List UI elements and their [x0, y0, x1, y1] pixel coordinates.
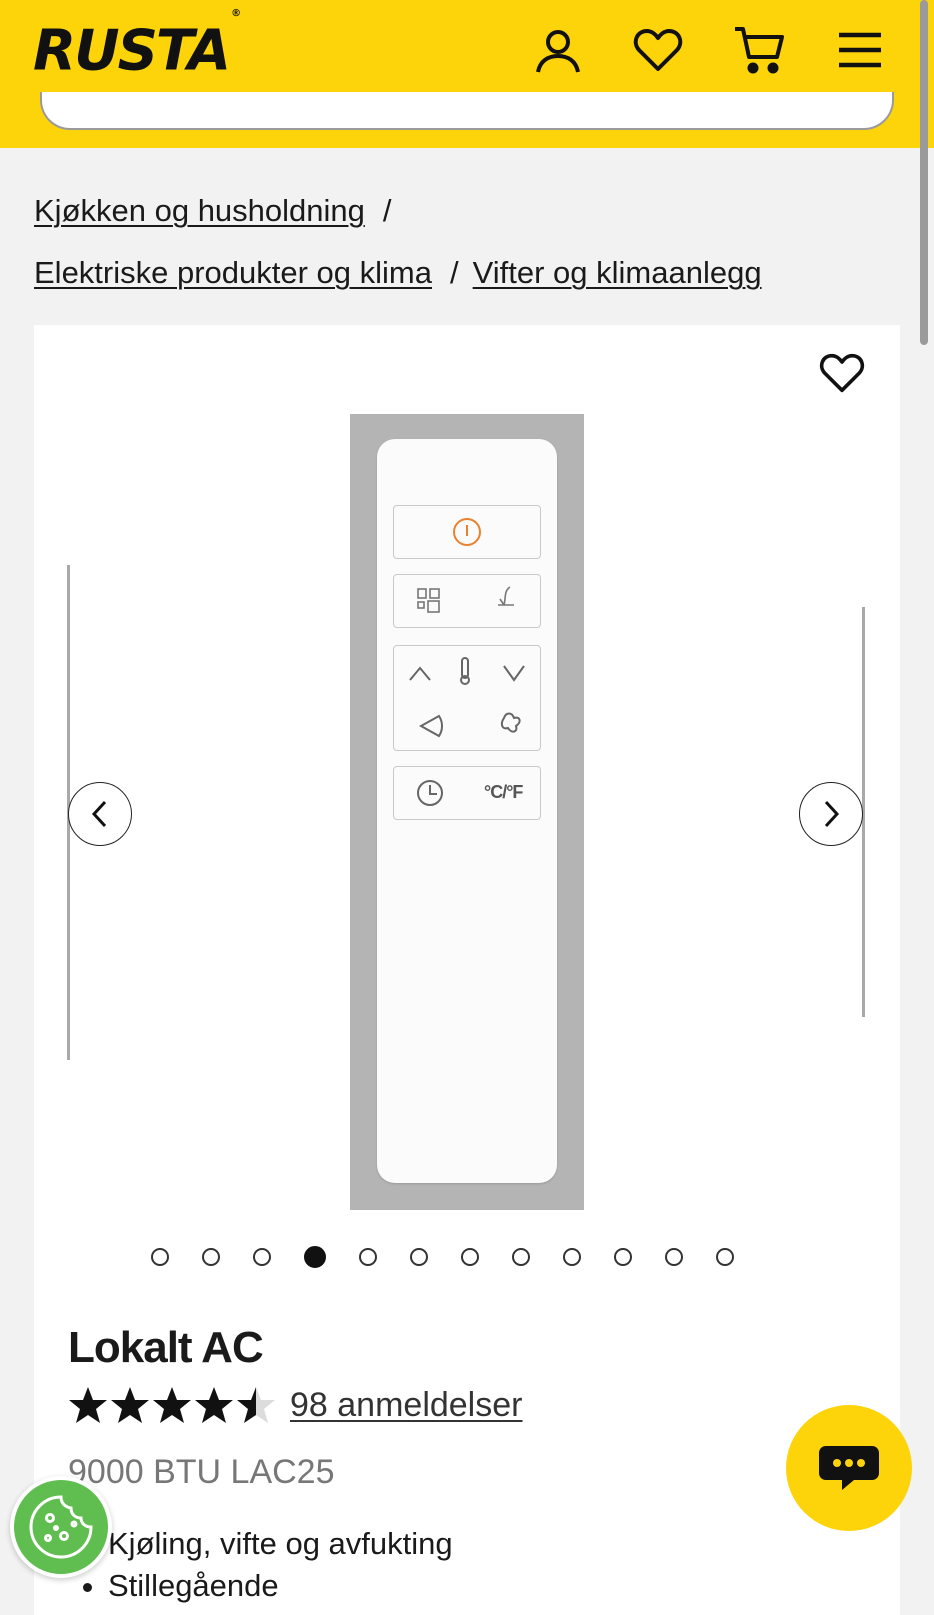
gallery-pagination — [151, 1246, 734, 1270]
feature-list: Kjøling, vifte og avfukting Stillegående — [68, 1523, 453, 1607]
previous-image-button[interactable] — [68, 782, 132, 846]
gallery-dot[interactable] — [563, 1248, 581, 1266]
chat-icon — [819, 1446, 879, 1490]
remote-control-image: °C/°F — [377, 439, 557, 1183]
gallery-dot[interactable] — [359, 1248, 377, 1266]
temp-fan-icons — [409, 657, 525, 738]
temp-unit-label: °C/°F — [484, 782, 523, 802]
feature-item: Kjøling, vifte og avfukting — [108, 1523, 453, 1565]
heart-icon — [819, 353, 865, 393]
star-icon — [69, 1387, 107, 1423]
gallery-dot[interactable] — [151, 1248, 169, 1266]
breadcrumb: Kjøkken og husholdning / Elektriske produ… — [34, 180, 904, 304]
cart-icon[interactable] — [733, 24, 785, 76]
remote-timer-unit-buttons: °C/°F — [393, 766, 541, 820]
feature-item: Stillegående — [108, 1565, 453, 1607]
chevron-left-icon — [91, 800, 107, 828]
cookie-settings-button[interactable] — [10, 1476, 112, 1578]
breadcrumb-link-fans-ac[interactable]: Vifter og klimaanlegg — [473, 255, 762, 290]
star-half-icon — [237, 1387, 275, 1423]
menu-icon[interactable] — [834, 24, 886, 76]
cookie-icon — [29, 1495, 93, 1559]
star-icon — [111, 1387, 149, 1423]
remote-temp-fan-buttons — [393, 645, 541, 751]
product-variant: 9000 BTU LAC25 — [68, 1453, 335, 1491]
account-icon[interactable] — [532, 24, 584, 76]
rusta-logo[interactable]: RUSTA® — [33, 8, 241, 84]
gallery-dot[interactable] — [716, 1248, 734, 1266]
star-icon — [195, 1387, 233, 1423]
wishlist-heart-icon[interactable] — [632, 24, 684, 76]
next-image-button[interactable] — [799, 782, 863, 846]
reviews-link[interactable]: 98 anmeldelser — [290, 1386, 522, 1425]
search-input[interactable] — [40, 92, 894, 130]
gallery-dot-active[interactable] — [304, 1246, 326, 1268]
product-image: °C/°F — [350, 414, 584, 1210]
mode-icons — [417, 586, 514, 613]
product-title: Lokalt AC — [68, 1323, 264, 1372]
registered-mark: ® — [231, 8, 241, 19]
product-rating: 98 anmeldelser — [68, 1385, 522, 1425]
gallery-dot[interactable] — [614, 1248, 632, 1266]
gallery-dot[interactable] — [512, 1248, 530, 1266]
logo-text: RUSTA — [33, 18, 231, 84]
remote-mode-buttons — [393, 574, 541, 628]
star-rating — [68, 1385, 276, 1425]
breadcrumb-separator: / — [382, 193, 392, 228]
site-header: RUSTA® — [0, 0, 934, 148]
chevron-right-icon — [824, 800, 840, 828]
add-to-favorites-button[interactable] — [814, 345, 870, 401]
chat-button[interactable] — [786, 1405, 912, 1531]
gallery-dot[interactable] — [253, 1248, 271, 1266]
power-icon — [453, 518, 481, 546]
star-icon — [153, 1387, 191, 1423]
gallery-dot[interactable] — [410, 1248, 428, 1266]
gallery-dot[interactable] — [461, 1248, 479, 1266]
remote-power-button — [393, 505, 541, 559]
breadcrumb-link-kitchen[interactable]: Kjøkken og husholdning — [34, 193, 365, 228]
breadcrumb-link-electrical[interactable]: Elektriske produkter og klima — [34, 255, 432, 290]
gallery-dot[interactable] — [665, 1248, 683, 1266]
product-card: °C/°F Lokalt AC 98 anmeldelser 9000 BTU … — [34, 325, 900, 1615]
breadcrumb-separator: / — [450, 255, 459, 290]
clock-icon — [417, 780, 443, 806]
page-scrollbar[interactable] — [920, 0, 928, 345]
gallery-dot[interactable] — [202, 1248, 220, 1266]
